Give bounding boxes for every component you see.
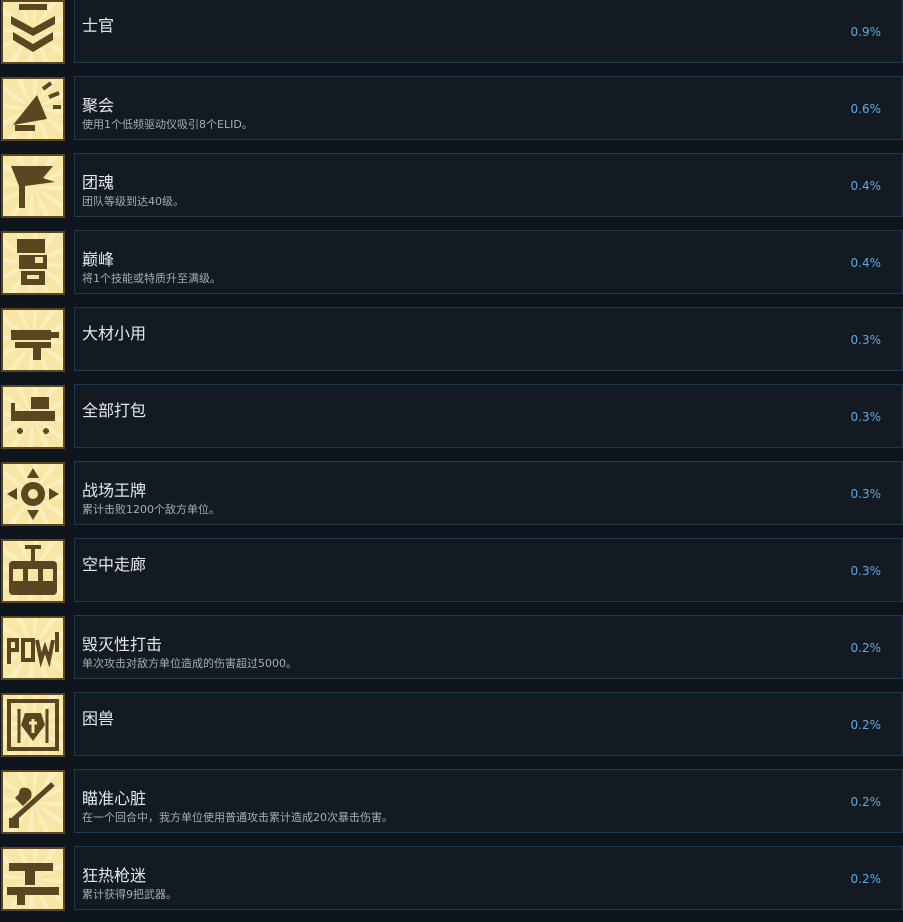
achievement-description: 累计获得9把武器。: [82, 888, 177, 901]
achievement-card[interactable]: 空中走廊 0.3%: [74, 538, 903, 602]
unlock-percentage: 0.4%: [850, 179, 882, 193]
achievement-card[interactable]: 团魂团队等级到达40级。 0.4%: [74, 153, 903, 217]
achievement-row[interactable]: 狂热枪迷累计获得9把武器。 0.2%: [0, 845, 903, 922]
chevron-rank-icon: [1, 0, 65, 64]
achievement-row[interactable]: 团魂团队等级到达40级。 0.4%: [0, 152, 903, 229]
achievement-card[interactable]: 毁灭性打击单次攻击对敌方单位造成的伤害超过5000。 0.2%: [74, 615, 903, 679]
flag-icon: [1, 154, 65, 218]
achievement-card[interactable]: 士官 0.9%: [74, 0, 903, 63]
rifle-icon: [1, 847, 65, 911]
achievement-title: 巅峰: [82, 250, 115, 269]
unlock-percentage: 0.3%: [850, 333, 882, 347]
cable-car-icon: [1, 539, 65, 603]
achievement-row[interactable]: 空中走廊 0.3%: [0, 537, 903, 614]
achievement-card[interactable]: 全部打包 0.3%: [74, 384, 903, 448]
achievement-card[interactable]: 狂热枪迷累计获得9把武器。 0.2%: [74, 846, 903, 910]
megaphone-icon: [1, 77, 65, 141]
achievement-title: 全部打包: [82, 401, 147, 420]
achievement-description: 单次攻击对敌方单位造成的伤害超过5000。: [82, 657, 297, 670]
achievement-row[interactable]: 全部打包 0.3%: [0, 383, 903, 460]
achievement-description: 团队等级到达40级。: [82, 195, 184, 208]
achievement-title: 大材小用: [82, 324, 147, 343]
cargo-cart-icon: [1, 385, 65, 449]
caged-beast-icon: [1, 693, 65, 757]
achievement-description: 在一个回合中，我方单位使用普通攻击累计造成20次暴击伤害。: [82, 811, 393, 824]
achievement-card[interactable]: 大材小用 0.3%: [74, 307, 903, 371]
achievement-title: 战场王牌: [82, 481, 147, 500]
achievement-card[interactable]: 战场王牌累计击败1200个敌方单位。 0.3%: [74, 461, 903, 525]
achievement-title: 士官: [82, 16, 115, 35]
achievement-row[interactable]: 困兽 0.2%: [0, 691, 903, 768]
ace-emblem-icon: [1, 462, 65, 526]
unlock-percentage: 0.2%: [850, 795, 882, 809]
achievement-title: 狂热枪迷: [82, 866, 147, 885]
achievement-row[interactable]: 大材小用 0.3%: [0, 306, 903, 383]
achievement-row[interactable]: 瞄准心脏在一个回合中，我方单位使用普通攻击累计造成20次暴击伤害。 0.2%: [0, 768, 903, 845]
pow-text-icon: [1, 616, 65, 680]
unlock-percentage: 0.2%: [850, 718, 882, 732]
unlock-percentage: 0.9%: [850, 25, 882, 39]
achievement-title: 困兽: [82, 709, 115, 728]
unlock-percentage: 0.3%: [850, 564, 882, 578]
unlock-percentage: 0.2%: [850, 641, 882, 655]
big-gun-icon: [1, 308, 65, 372]
achievement-card[interactable]: 瞄准心脏在一个回合中，我方单位使用普通攻击累计造成20次暴击伤害。 0.2%: [74, 769, 903, 833]
achievement-title: 团魂: [82, 173, 115, 192]
achievement-row[interactable]: 战场王牌累计击败1200个敌方单位。 0.3%: [0, 460, 903, 537]
soldier-head-icon: [1, 231, 65, 295]
unlock-percentage: 0.3%: [850, 487, 882, 501]
achievement-card[interactable]: 困兽 0.2%: [74, 692, 903, 756]
unlock-percentage: 0.2%: [850, 872, 882, 886]
achievement-description: 使用1个低频驱动仪吸引8个ELID。: [82, 118, 253, 131]
achievement-card[interactable]: 巅峰将1个技能或特质升至满级。 0.4%: [74, 230, 903, 294]
achievement-list: 士官 0.9% 聚会使用1个低频驱动仪吸引8个ELID。 0.6% 团魂团队等级到达40…: [0, 0, 903, 922]
unlock-percentage: 0.6%: [850, 102, 882, 116]
achievement-title: 毁灭性打击: [82, 635, 163, 654]
achievement-title: 瞄准心脏: [82, 789, 147, 808]
achievement-row[interactable]: 巅峰将1个技能或特质升至满级。 0.4%: [0, 229, 903, 306]
heart-target-icon: [1, 770, 65, 834]
achievement-description: 累计击败1200个敌方单位。: [82, 503, 220, 516]
achievement-title: 空中走廊: [82, 555, 147, 574]
achievement-description: 将1个技能或特质升至满级。: [82, 272, 221, 285]
achievement-card[interactable]: 聚会使用1个低频驱动仪吸引8个ELID。 0.6%: [74, 76, 903, 140]
unlock-percentage: 0.4%: [850, 256, 882, 270]
achievement-title: 聚会: [82, 96, 115, 115]
achievement-row[interactable]: 士官 0.9%: [0, 0, 903, 75]
unlock-percentage: 0.3%: [850, 410, 882, 424]
achievement-row[interactable]: 毁灭性打击单次攻击对敌方单位造成的伤害超过5000。 0.2%: [0, 614, 903, 691]
achievement-row[interactable]: 聚会使用1个低频驱动仪吸引8个ELID。 0.6%: [0, 75, 903, 152]
